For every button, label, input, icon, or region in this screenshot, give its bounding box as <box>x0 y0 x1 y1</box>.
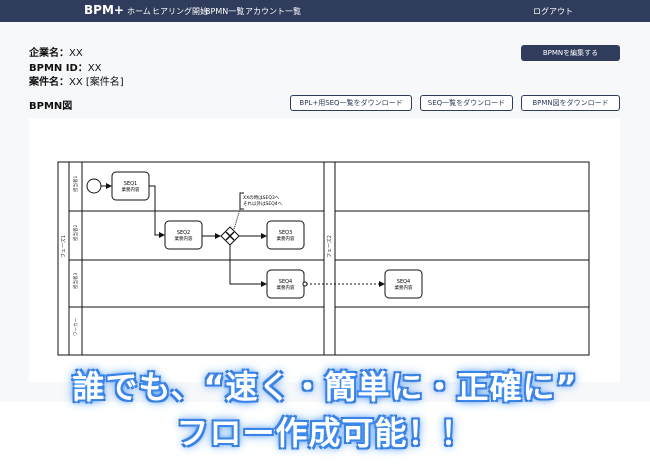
brand-logo[interactable]: BPM+ <box>84 3 124 17</box>
nav-item-hearing[interactable]: ヒアリング開始 <box>152 6 208 17</box>
task-seq4b-desc: 業務内容 <box>395 284 413 291</box>
annotation-line1: XXの時はSEQ3へ <box>243 195 280 201</box>
section-title: BPMN図 <box>29 101 73 112</box>
bpmn-id-row: BPMN ID：XX <box>29 59 101 74</box>
case-label: 案件名： <box>29 77 69 88</box>
bpmn-diagram[interactable]: フェーズ1 フェーズ2 担当者1 担当者2 担当者3 ワーカー SEQ1 業務内… <box>29 118 620 382</box>
lane-label-2: 担当者2 <box>72 225 79 241</box>
company-label: 企業名： <box>29 48 69 59</box>
nav-item-home[interactable]: ホーム <box>127 6 151 17</box>
case-value: XX [案件名] <box>69 77 124 88</box>
task-seq1-desc: 業務内容 <box>122 186 140 193</box>
task-seq2-id: SEQ2 <box>177 230 190 236</box>
diagram-panel: フェーズ1 フェーズ2 担当者1 担当者2 担当者3 ワーカー SEQ1 業務内… <box>29 118 620 382</box>
banner-line-1: 誰でも、“速く・簡単に・正確に” <box>72 368 578 406</box>
phase1-label: フェーズ1 <box>60 235 67 258</box>
lane-label-4: ワーカー <box>73 318 79 336</box>
top-nav: BPM+ ホーム ヒアリング開始 BPMN一覧 アカウント一覧 ログアウト <box>0 0 650 22</box>
download-bpmn-button[interactable]: BPMN図をダウンロード <box>521 95 620 111</box>
task-seq1-id: SEQ1 <box>124 181 137 187</box>
task-seq4a-desc: 業務内容 <box>277 284 295 291</box>
lane-label-3: 担当者3 <box>72 273 79 289</box>
task-seq3-desc: 業務内容 <box>277 235 295 242</box>
message-flow-origin <box>302 281 308 287</box>
logout-link[interactable]: ログアウト <box>533 6 573 17</box>
lane-label-1: 担当者1 <box>72 176 79 192</box>
edit-bpmn-button[interactable]: BPMNを編集する <box>521 45 620 61</box>
banner-line-2: フロー作成可能！！ <box>176 414 474 452</box>
task-seq4a-id: SEQ4 <box>279 279 292 285</box>
case-row: 案件名：XX [案件名] <box>29 73 124 88</box>
download-bpl-seq-button[interactable]: BPL+用SEQ一覧をダウンロード <box>290 95 412 111</box>
annotation-link <box>233 208 241 230</box>
flow-gateway-seq4 <box>229 245 267 287</box>
company-value: XX <box>69 48 83 59</box>
task-seq2-desc: 業務内容 <box>175 235 193 242</box>
company-row: 企業名：XX <box>29 44 83 59</box>
phase2-label: フェーズ2 <box>326 235 333 258</box>
nav-item-bpmn-list[interactable]: BPMN一覧 <box>205 6 244 17</box>
start-event <box>86 178 102 194</box>
nav-item-accounts[interactable]: アカウント一覧 <box>245 6 301 17</box>
promo-banner: 誰でも、“速く・簡単に・正確に” フロー作成可能！！ <box>0 360 650 471</box>
annotation-line2: それ以外はSEQ4へ <box>243 200 283 207</box>
task-seq3-id: SEQ3 <box>279 230 292 236</box>
download-seq-button[interactable]: SEQ一覧をダウンロード <box>420 95 513 111</box>
task-seq4b-id: SEQ4 <box>397 279 410 285</box>
